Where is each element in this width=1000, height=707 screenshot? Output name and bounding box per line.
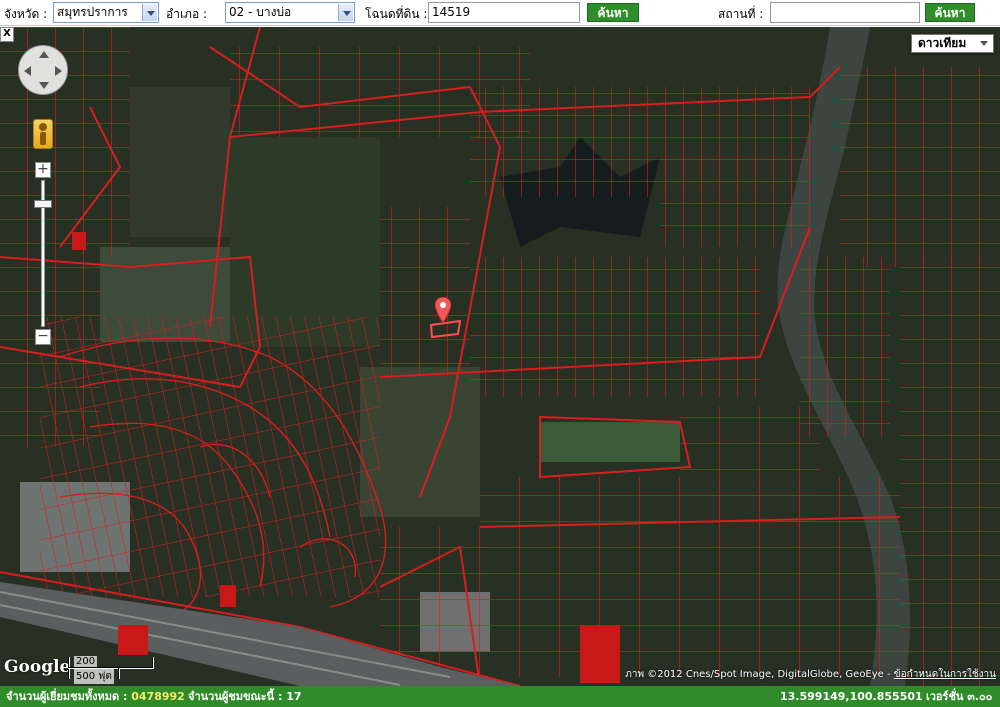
zoom-slider-handle[interactable] [34, 200, 52, 208]
map-type-label: ดาวเทียม [918, 36, 967, 50]
province-select-value: สมุทรปราการ [57, 5, 128, 19]
pegman-icon[interactable] [33, 119, 53, 149]
search-toolbar: จังหวัด : สมุทรปราการ อำเภอ : 02 - บางบ่… [0, 0, 1000, 26]
place-search-button[interactable]: ค้นหา [925, 3, 975, 22]
chevron-down-icon [142, 4, 157, 21]
deed-number-value: 14519 [432, 5, 471, 19]
district-label: อำเภอ : [166, 7, 208, 21]
place-input[interactable] [770, 2, 920, 23]
visitor-total: จำนวนผู้เยี่ยมชมทั้งหมด : 0478992 [6, 686, 185, 707]
coordinates-readout: 13.599149,100.855501 [780, 690, 923, 703]
pan-down-icon[interactable] [39, 82, 49, 89]
deed-label: โฉนดที่ดิน : [365, 7, 428, 21]
map-marker-icon[interactable] [435, 297, 451, 323]
place-label: สถานที่ : [718, 7, 764, 21]
zoom-in-button[interactable]: + [35, 162, 51, 178]
province-label: จังหวัด : [4, 7, 48, 21]
district-select-value: 02 - บางบ่อ [229, 5, 292, 19]
district-select[interactable]: 02 - บางบ่อ [225, 2, 355, 23]
satellite-map[interactable]: X + − ดาวเทียม Google 200 500 ฟุต ภาพ ©2… [0, 27, 1000, 686]
chevron-down-icon [980, 41, 988, 46]
province-select[interactable]: สมุทรปราการ [53, 2, 159, 23]
map-scale: 200 500 ฟุต [68, 655, 158, 684]
pan-right-icon[interactable] [55, 66, 62, 76]
visitor-current: จำนวนผู้ชมขณะนี้ : 17 [188, 686, 302, 707]
visitor-current-value: 17 [286, 690, 302, 703]
chevron-down-icon [338, 4, 353, 21]
deed-number-input[interactable]: 14519 [428, 2, 580, 23]
collapse-panel-button[interactable]: X [0, 27, 14, 42]
version-label: เวอร์ชั่น ๓.๐๐ [926, 690, 993, 703]
pan-up-icon[interactable] [39, 51, 49, 58]
scale-label-bottom: 500 ฟุต [74, 669, 114, 684]
status-bar: จำนวนผู้เยี่ยมชมทั้งหมด : 0478992 จำนวนผ… [0, 686, 1000, 707]
map-type-dropdown[interactable]: ดาวเทียม [911, 34, 994, 53]
scale-tick [152, 657, 154, 668]
parcel-overlay [0, 27, 1000, 686]
zoom-out-button[interactable]: − [35, 329, 51, 345]
map-attribution: ภาพ ©2012 Cnes/Spot Image, DigitalGlobe,… [625, 667, 996, 682]
attribution-text: ภาพ ©2012 Cnes/Spot Image, DigitalGlobe,… [625, 669, 894, 680]
search-button[interactable]: ค้นหา [587, 3, 639, 22]
scale-tick [118, 668, 120, 679]
visitor-total-value: 0478992 [131, 690, 185, 703]
scale-label-top: 200 [74, 656, 98, 667]
pan-control-icon[interactable] [18, 45, 68, 95]
visitor-current-label: จำนวนผู้ชมขณะนี้ : [188, 690, 287, 703]
google-logo: Google [4, 657, 71, 677]
visitor-total-label: จำนวนผู้เยี่ยมชมทั้งหมด : [6, 690, 132, 703]
pan-left-icon[interactable] [24, 66, 31, 76]
terms-of-use-link[interactable]: ข้อกำหนดในการใช้งาน [894, 669, 996, 680]
